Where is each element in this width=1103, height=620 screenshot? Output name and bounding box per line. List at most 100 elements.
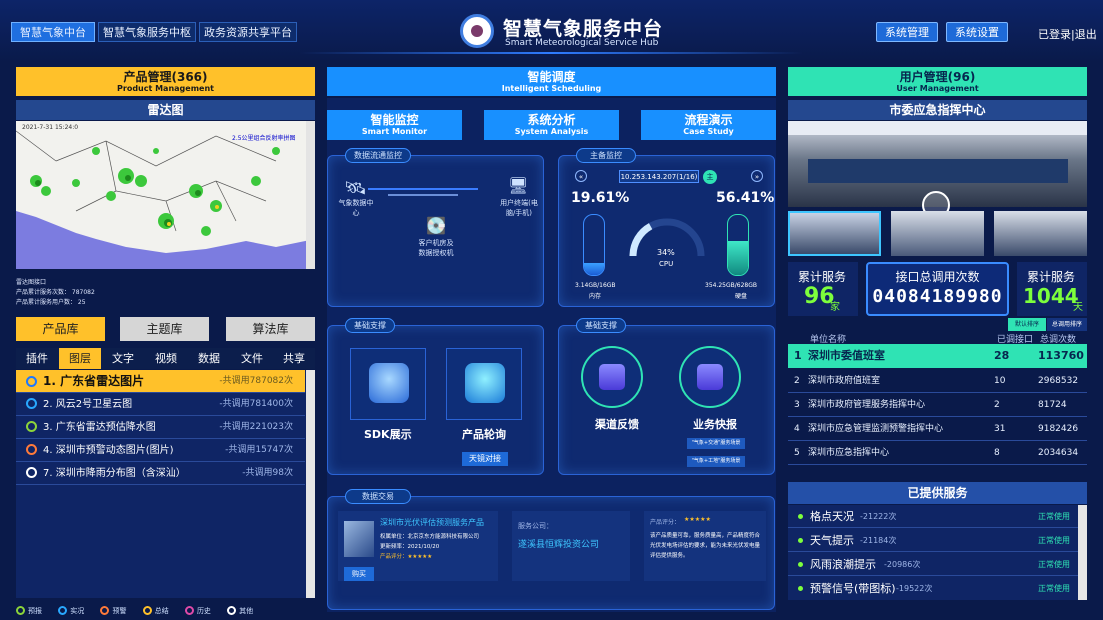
nav-tab-gov-resource-share[interactable]: 政务资源共享平台: [199, 22, 297, 42]
tab-text[interactable]: 文字: [102, 348, 144, 369]
video-thumbnail[interactable]: [994, 211, 1087, 256]
next-host-icon[interactable]: »: [751, 170, 763, 182]
command-center-title: 市委应急指挥中心: [788, 100, 1087, 120]
prev-host-icon[interactable]: «: [575, 170, 587, 182]
tab-share[interactable]: 共享: [273, 348, 315, 369]
radar-map[interactable]: 2021-7-31 15:24:0 2.5公里组合反射率拼图: [15, 121, 315, 269]
tab-data[interactable]: 数据: [188, 348, 230, 369]
traffic-scenario-pill[interactable]: "气象+交通"服务场景: [687, 438, 745, 449]
api-calls-label: 接口总调用次数: [895, 270, 980, 284]
services-scrollbar[interactable]: [1078, 505, 1087, 600]
business-express-icon: [697, 364, 723, 390]
algorithm-library-button[interactable]: 算法库: [226, 317, 315, 341]
list-item[interactable]: 3. 广东省雷达预估降水图 -共调用221023次: [16, 416, 305, 439]
system-analysis-label: 系统分析: [527, 113, 576, 127]
service-item[interactable]: 天气提示 -21184次 正常使用: [788, 529, 1078, 552]
system-manage-button[interactable]: 系统管理: [876, 22, 938, 42]
table-row[interactable]: 4 深圳市应急管理监测预警指挥中心 31 9182426: [788, 418, 1087, 441]
feedback-tile[interactable]: [581, 346, 643, 408]
row-name: 深圳市委值班室: [808, 349, 885, 362]
list-item[interactable]: 4. 深圳市预警动态图片(图片) -共调用15747次: [16, 439, 305, 462]
base-support-tag-2: 基础支撑: [576, 318, 626, 333]
product-library-button[interactable]: 产品库: [16, 317, 105, 341]
disk-label: 硬盘: [735, 293, 748, 300]
smart-monitor-sublabel: Smart Monitor: [361, 127, 428, 136]
table-row[interactable]: 5 深圳市应急指挥中心 8 2034634: [788, 442, 1087, 465]
video-thumbnail[interactable]: [891, 211, 984, 256]
service-item[interactable]: 预警信号(带图标) -19522次 正常使用: [788, 577, 1078, 600]
product-poll-tile[interactable]: [446, 348, 522, 420]
site-scenario-pill[interactable]: "气象+工地"服务场景: [687, 456, 745, 467]
memory-gauge: [583, 214, 605, 276]
row-name: 深圳市应急指挥中心: [808, 448, 890, 458]
service-days-unit: 天: [1073, 302, 1083, 313]
theme-library-button[interactable]: 主题库: [120, 317, 209, 341]
service-status: 正常使用: [1038, 512, 1070, 521]
service-item[interactable]: 格点天况 -21222次 正常使用: [788, 505, 1078, 528]
trade-product-box: 购买 深圳市光伏评估预测服务产品 权属单位：北京京东方能源科技有限公司 更新频率…: [338, 511, 498, 581]
solar-panel-image: [344, 521, 374, 557]
command-center-video[interactable]: [788, 121, 1087, 219]
service-item[interactable]: 风雨浪潮提示 -20986次 正常使用: [788, 553, 1078, 576]
case-study-button[interactable]: 流程演示 Case Study: [641, 110, 776, 140]
table-row[interactable]: 2 深圳市政府值班室 10 2968532: [788, 370, 1087, 393]
list-item-name: 4. 深圳市预警动态图片(图片): [43, 445, 174, 456]
main-host-badge: 主: [703, 170, 717, 184]
row-total: 113760: [1038, 349, 1084, 362]
tab-plugin[interactable]: 插件: [16, 348, 58, 369]
node-user-terminal: 用户终端(电脑/手机): [500, 199, 538, 217]
trade-product-title[interactable]: 深圳市光伏评估预测服务产品: [380, 517, 496, 528]
row-total: 9182426: [1038, 424, 1079, 434]
list-item[interactable]: 7. 深圳市降雨分布图（含深汕） -共调用98次: [16, 462, 305, 485]
system-settings-button[interactable]: 系统设置: [946, 22, 1008, 42]
base-support-card-1: SDK展示 产品轮询 天镜对接: [327, 325, 544, 475]
tianjing-connect-button[interactable]: 天镜对接: [462, 452, 508, 466]
list-item[interactable]: 2. 风云2号卫星云图 -共调用781400次: [16, 393, 305, 416]
service-name: 风雨浪潮提示: [810, 558, 876, 571]
intelligent-scheduling-header: 智能调度 Intelligent Scheduling: [327, 67, 776, 96]
buy-button[interactable]: 购买: [344, 567, 374, 581]
disk-gauge-fill: [728, 241, 748, 275]
sdk-tile[interactable]: [350, 348, 426, 420]
logo: [460, 14, 494, 48]
video-thumbnail[interactable]: [788, 211, 881, 256]
service-name: 预警信号(带图标): [810, 582, 896, 595]
table-row[interactable]: 3 深圳市政府管理服务指挥中心 2 81724: [788, 394, 1087, 417]
list-item-dot-icon: [26, 376, 37, 387]
nav-tab-smart-weather-platform[interactable]: 智慧气象中台: [11, 22, 95, 42]
table-row[interactable]: 1 深圳市委值班室 28 113760: [788, 344, 1087, 368]
express-tile[interactable]: [679, 346, 741, 408]
host-ip-select[interactable]: 10.253.143.207(1/16): [619, 170, 699, 183]
disk-detail: 354.25GB/628GB: [705, 282, 757, 289]
legend-warning-dot-icon: [100, 606, 110, 615]
legend-other-dot-icon: [227, 606, 237, 615]
product-list: 1. 广东省雷达图片 -共调用787082次 2. 风云2号卫星云图 -共调用7…: [16, 370, 315, 598]
user-terminal-icon: 🖥: [508, 176, 529, 195]
radar-section-title: 雷达图: [16, 100, 315, 120]
channel-feedback-icon: [599, 364, 625, 390]
service-count: -21184次: [860, 536, 897, 545]
product-management-header: 产品管理(366) Product Management: [16, 67, 315, 96]
channel-feedback-label: 渠道反馈: [595, 418, 639, 431]
list-item[interactable]: 1. 广东省雷达图片 -共调用787082次: [16, 370, 305, 393]
total-calls-sort-toggle[interactable]: 总调用排序: [1047, 318, 1087, 331]
list-item-count: -共调用781400次: [219, 399, 293, 409]
trade-service-company[interactable]: 遂溪县恒辉投资公司: [518, 537, 599, 550]
login-logout-link[interactable]: 已登录|退出: [1038, 26, 1097, 42]
legend-summary-dot-icon: [142, 606, 152, 615]
nav-tab-weather-service-hub[interactable]: 智慧气象服务中枢: [98, 22, 196, 42]
radar-map-label: 2.5公里组合反射率拼图: [232, 135, 296, 142]
flow-line: [388, 194, 458, 196]
default-sort-toggle[interactable]: 默认排序: [1008, 318, 1046, 331]
list-scrollbar[interactable]: [306, 370, 315, 598]
system-analysis-button[interactable]: 系统分析 System Analysis: [484, 110, 619, 140]
tab-video[interactable]: 视频: [145, 348, 187, 369]
database-icon: [369, 363, 409, 403]
tab-layer[interactable]: 图层: [59, 348, 101, 369]
tab-file[interactable]: 文件: [231, 348, 273, 369]
list-item-dot-icon: [26, 444, 37, 455]
service-status: 正常使用: [1038, 584, 1070, 593]
smart-monitor-button[interactable]: 智能监控 Smart Monitor: [327, 110, 462, 140]
service-count: -20986次: [884, 560, 921, 569]
row-rank: 2: [794, 376, 800, 386]
